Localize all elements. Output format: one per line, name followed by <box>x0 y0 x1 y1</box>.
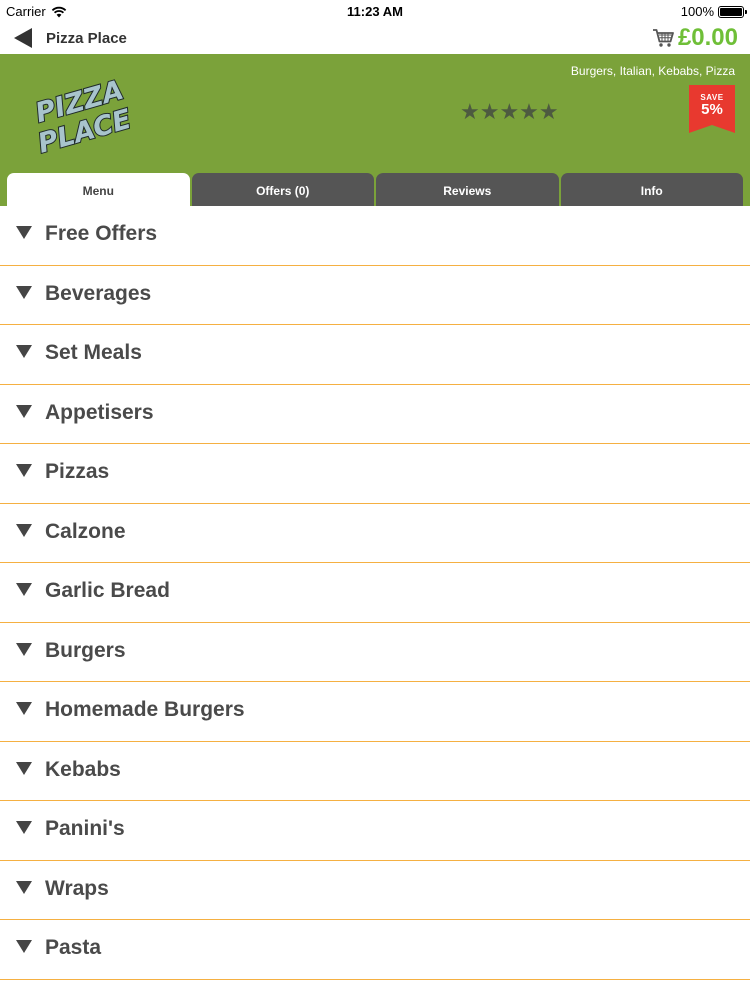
expand-triangle-icon <box>16 940 32 954</box>
category-label: Free Offers <box>45 222 158 246</box>
menu-category-paninis[interactable]: Panini's <box>0 801 750 861</box>
category-label: Wraps <box>45 876 109 900</box>
menu-category-pizzas[interactable]: Pizzas <box>0 444 750 504</box>
expand-triangle-icon <box>16 761 32 775</box>
menu-category-kebabs[interactable]: Kebabs <box>0 742 750 801</box>
save-badge: SAVE 5% <box>689 85 735 133</box>
expand-triangle-icon <box>16 702 32 716</box>
battery-percent: 100% <box>680 4 714 19</box>
star-rating: ★★★★★ <box>460 100 559 124</box>
menu-category-appetisers[interactable]: Appetisers <box>0 385 750 444</box>
category-label: Homemade Burgers <box>45 698 245 722</box>
menu-category-homemade-burgers[interactable]: Homemade Burgers <box>0 682 750 742</box>
expand-triangle-icon <box>16 404 32 418</box>
menu-category-pasta[interactable]: Pasta <box>0 920 750 980</box>
category-label: Panini's <box>45 817 125 841</box>
back-button[interactable]: Pizza Place <box>14 26 127 50</box>
restaurant-banner: PIZZA PLACE Burgers, Italian, Kebabs, Pi… <box>0 54 750 206</box>
tab-bar: Menu Offers (0) Reviews Info <box>7 173 743 206</box>
category-label: Pasta <box>45 936 102 960</box>
menu-category-garlic-bread[interactable]: Garlic Bread <box>0 563 750 623</box>
status-bar: Carrier 11:23 AM 100% <box>0 0 750 22</box>
menu-category-calzone[interactable]: Calzone <box>0 504 750 563</box>
tab-info[interactable]: Info <box>560 173 743 206</box>
cuisine-list: Burgers, Italian, Kebabs, Pizza <box>570 64 735 78</box>
expand-triangle-icon <box>16 583 32 597</box>
expand-triangle-icon <box>16 285 32 299</box>
category-label: Set Meals <box>45 341 142 365</box>
battery-icon <box>718 5 747 18</box>
category-label: Beverages <box>45 281 152 305</box>
category-label: Pizzas <box>45 460 110 484</box>
menu-category-burgers[interactable]: Burgers <box>0 623 750 682</box>
star-icons: ★★★★★ <box>460 99 559 124</box>
menu-category-list: Free Offers Beverages Set Meals Appetise… <box>0 206 750 980</box>
expand-triangle-icon <box>16 523 32 537</box>
menu-category-beverages[interactable]: Beverages <box>0 266 750 325</box>
expand-triangle-icon <box>16 821 32 835</box>
cart-button[interactable]: £0.00 <box>652 22 738 54</box>
category-label: Calzone <box>45 519 126 543</box>
save-value: 5% <box>701 101 723 118</box>
status-time: 11:23 AM <box>347 4 403 19</box>
tab-menu[interactable]: Menu <box>7 173 190 206</box>
cart-total: £0.00 <box>677 24 738 51</box>
menu-category-set-meals[interactable]: Set Meals <box>0 325 750 385</box>
nav-title: Pizza Place <box>46 29 127 47</box>
tab-reviews[interactable]: Reviews <box>376 173 559 206</box>
menu-category-free-offers[interactable]: Free Offers <box>0 206 750 266</box>
category-label: Kebabs <box>45 757 121 781</box>
status-battery: 100% <box>680 4 747 19</box>
expand-triangle-icon <box>16 880 32 894</box>
expand-triangle-icon <box>16 642 32 656</box>
category-label: Garlic Bread <box>45 579 170 603</box>
nav-bar: Pizza Place £0.00 <box>0 22 750 54</box>
tab-offers[interactable]: Offers (0) <box>191 173 374 206</box>
expand-triangle-icon <box>16 345 32 359</box>
category-label: Burgers <box>45 638 126 662</box>
menu-category-wraps[interactable]: Wraps <box>0 861 750 920</box>
expand-triangle-icon <box>16 226 32 240</box>
back-arrow-icon <box>14 28 32 48</box>
cart-icon <box>652 29 674 47</box>
expand-triangle-icon <box>16 464 32 478</box>
category-label: Appetisers <box>45 400 154 424</box>
restaurant-logo: PIZZA PLACE <box>31 74 136 154</box>
